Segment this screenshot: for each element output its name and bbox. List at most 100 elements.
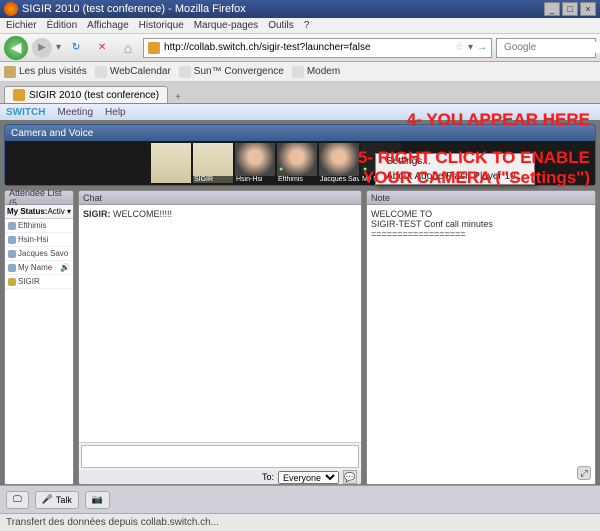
forward-button[interactable]: ▶ [32,38,52,58]
reload-icon: ↻ [72,42,80,53]
chat-body: SIGIR: WELCOME!!!!! [79,205,361,442]
bookmark-modem[interactable]: Modem [292,66,340,78]
bookmark-star-icon[interactable]: ☆ [455,42,464,53]
home-icon: ⌂ [124,40,132,56]
bookmark-convergence[interactable]: Sun™ Convergence [179,66,284,78]
tab-label: SIGIR 2010 (test conference) [29,90,159,101]
tab-bar: SIGIR 2010 (test conference) + [0,82,600,104]
url-input[interactable] [164,42,451,53]
window-titlebar: SIGIR 2010 (test conference) - Mozilla F… [0,0,600,18]
mic-icon: 🎤 [42,494,53,505]
menu-view[interactable]: Affichage [87,20,129,31]
camera-tile[interactable]: SIGIR [193,143,233,183]
mic-icon: ● [363,166,367,173]
back-icon: ◀ [11,39,22,56]
camera-strip[interactable]: SIGIR Hsin-Hsi ●Efthimis Jacques Savoy ●… [5,141,595,185]
main-columns: Attendee List (5 My Status: Activ ▾ Efth… [4,190,596,485]
page-icon [292,66,304,78]
page-icon [179,66,191,78]
dropdown-icon: ▾ [67,207,71,216]
host-icon [8,278,16,286]
back-button[interactable]: ◀ [4,36,28,60]
menu-bookmarks[interactable]: Marque-pages [194,20,258,31]
firefox-status-bar: Transfert des données depuis collab.swit… [0,513,600,531]
chat-to-row: To: Everyone 💬 [79,470,361,484]
ctx-settings[interactable]: Settings... [376,154,534,169]
menu-tools[interactable]: Outils [268,20,294,31]
attendee-item[interactable]: SIGIR [5,275,73,289]
note-line: WELCOME TO [371,209,591,219]
attendee-panel: Attendee List (5 My Status: Activ ▾ Efth… [4,190,74,485]
flash-context-menu: Settings... About Adobe Flash Player 10.… [375,153,535,185]
note-line: ================== [371,229,591,239]
user-icon [8,264,16,272]
attendee-item[interactable]: Efthimis [5,219,73,233]
status-label: My Status: [7,207,47,216]
monitor-icon: 🖵 [13,494,22,505]
chat-panel: Chat SIGIR: WELCOME!!!!! To: Everyone 💬 [78,190,362,485]
maximize-button[interactable]: □ [562,2,578,16]
go-icon[interactable]: → [477,42,487,53]
menu-edit[interactable]: Édition [47,20,78,31]
reload-button[interactable]: ↻ [65,37,87,59]
expand-icon[interactable]: ⤢ [577,466,591,480]
note-panel: Note WELCOME TO SIGIR-TEST Conf call min… [366,190,596,485]
note-panel-title: Note [367,191,595,205]
bookmark-most-visited[interactable]: Les plus visités [4,66,87,78]
stop-button[interactable]: ✕ [91,37,113,59]
firefox-menubar: Eichier Édition Affichage Historique Mar… [0,18,600,34]
attendee-list: Efthimis Hsin-Hsi Jacques Savo My Name🔊 … [5,219,73,484]
menu-history[interactable]: Historique [139,20,184,31]
home-button[interactable]: ⌂ [117,37,139,59]
ctx-about-flash[interactable]: About Adobe Flash Player 10... [376,169,534,184]
url-bar[interactable]: ☆ ▾ → [143,38,492,58]
app-menu-help[interactable]: Help [105,107,126,118]
status-value: Activ [47,207,64,216]
status-text: Transfert des données depuis collab.swit… [6,517,219,528]
stop-icon: ✕ [98,42,106,53]
camera-button[interactable]: 📷 [85,491,110,509]
to-select[interactable]: Everyone [278,471,339,484]
app-bottom-bar: 🖵 🎤Talk 📷 [0,485,600,513]
chat-text: WELCOME!!!!! [113,209,172,219]
camera-icon: 📷 [92,494,103,505]
send-icon[interactable]: 💬 [343,470,357,484]
nav-toolbar: ◀ ▶ ▾ ↻ ✕ ⌂ ☆ ▾ → [0,34,600,62]
search-input[interactable] [504,42,600,53]
camera-tile[interactable] [151,143,191,183]
menu-file[interactable]: Eichier [6,20,37,31]
search-box[interactable] [496,38,596,58]
minimize-button[interactable]: _ [544,2,560,16]
talk-button[interactable]: 🎤Talk [35,491,79,509]
attendee-item[interactable]: Hsin-Hsi [5,233,73,247]
attendee-item[interactable]: Jacques Savo [5,247,73,261]
note-body[interactable]: WELCOME TO SIGIR-TEST Conf call minutes … [367,205,595,484]
attendee-panel-title: Attendee List (5 [5,191,73,205]
app-menu-meeting[interactable]: Meeting [57,107,93,118]
camera-tile[interactable]: Jacques Savoy [319,143,359,183]
screen-share-button[interactable]: 🖵 [6,491,29,509]
folder-icon [4,66,16,78]
window-title: SIGIR 2010 (test conference) - Mozilla F… [22,3,542,15]
close-button[interactable]: × [580,2,596,16]
camera-panel-title: Camera and Voice [5,125,595,141]
chat-panel-title: Chat [79,191,361,205]
tab-sigir[interactable]: SIGIR 2010 (test conference) [4,86,168,103]
history-dropdown-icon[interactable]: ▾ [56,42,61,53]
menu-help[interactable]: ? [304,20,310,31]
attendee-item[interactable]: My Name🔊 [5,261,73,275]
forward-icon: ▶ [38,42,46,53]
camera-tile[interactable]: Hsin-Hsi [235,143,275,183]
chat-author: SIGIR: [83,209,111,219]
url-dropdown-icon[interactable]: ▾ [468,42,473,53]
camera-panel: Camera and Voice SIGIR Hsin-Hsi ●Efthimi… [4,124,596,186]
bookmark-webcalendar[interactable]: WebCalendar [95,66,171,78]
note-line: SIGIR-TEST Conf call minutes [371,219,591,229]
chat-input-area [79,442,361,470]
camera-tile[interactable]: ●Efthimis [277,143,317,183]
tab-favicon [13,89,25,101]
chat-input[interactable] [81,445,359,468]
app-menubar: SWITCH Meeting Help [0,104,600,120]
my-status-bar[interactable]: My Status: Activ ▾ [5,205,73,219]
new-tab-button[interactable]: + [168,92,188,103]
